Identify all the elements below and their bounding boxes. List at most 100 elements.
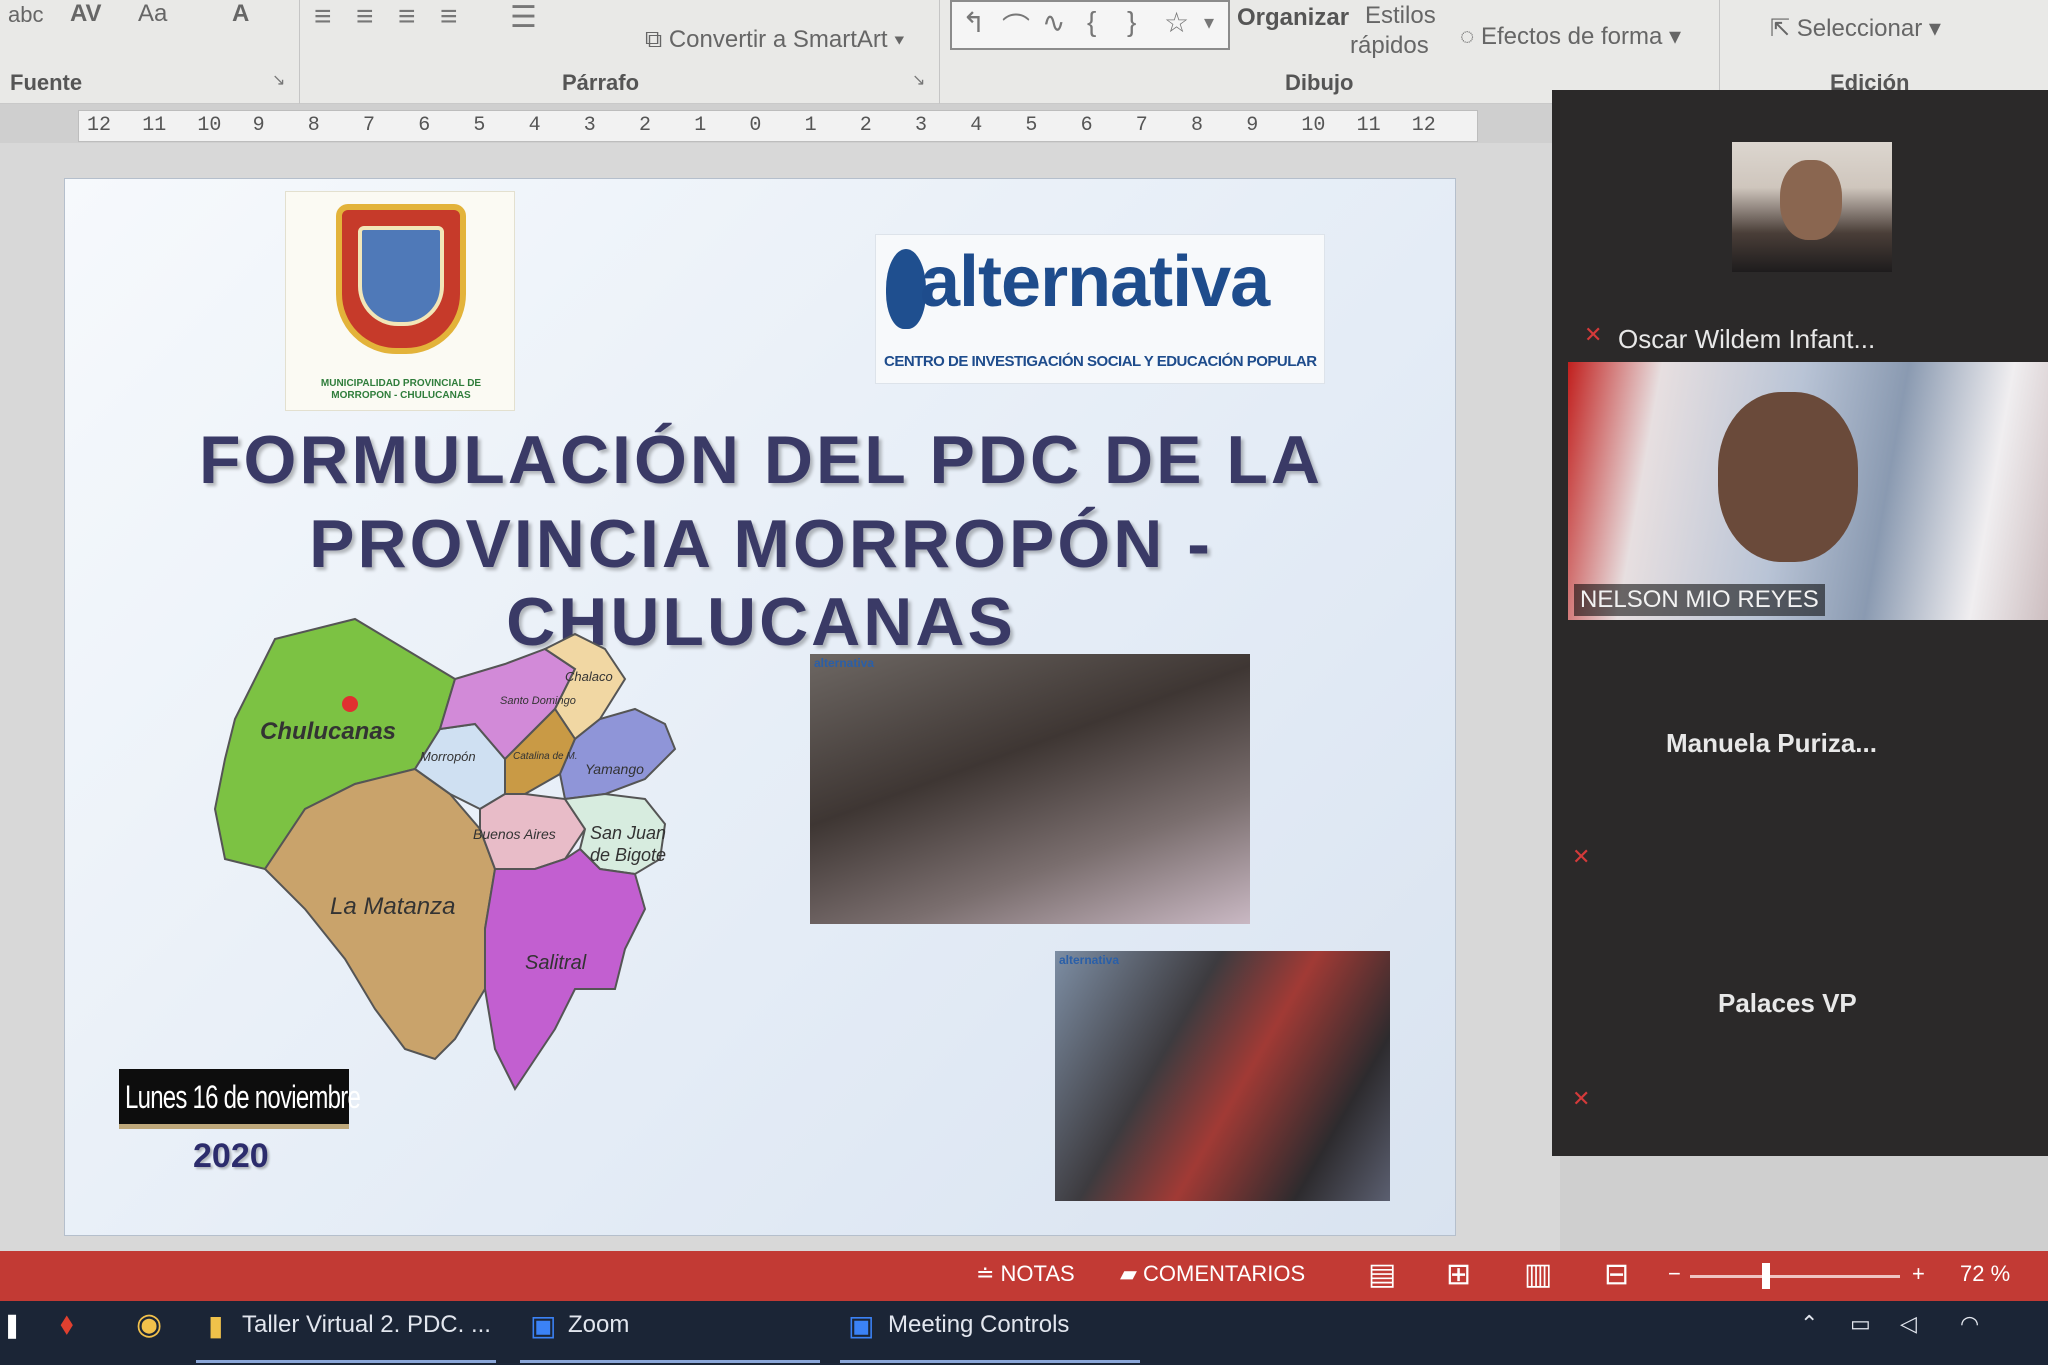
arrange-button[interactable]: Organizar [1237,4,1349,32]
ruler-tick: 6 [1080,114,1093,137]
zoom-slider[interactable] [1690,1275,1900,1278]
muted-mic-icon: ✕ [1572,844,1591,869]
chrome-icon[interactable]: ◉ [136,1307,162,1342]
shape-wave-icon[interactable]: ∿ [1042,6,1065,39]
ribbon-group-label: Dibujo [1285,70,1354,95]
convert-smartart-label: Convertir a SmartArt [668,26,888,53]
file-explorer-icon[interactable]: ▮ [208,1309,223,1342]
crest-caption: MUNICIPALIDAD PROVINCIAL DE MORROPON - C… [320,378,482,401]
coat-of-arms-icon [336,204,466,354]
strikethrough-button[interactable]: abc [8,2,43,28]
shapes-gallery[interactable]: ↰ ⌒ ∿ { } ☆ ▾ [950,0,1230,50]
columns-icon[interactable]: ☰ [510,0,537,35]
participant-tile-active[interactable]: NELSON MIO REYES [1568,362,2048,620]
muted-mic-icon: ✕ [1584,322,1603,347]
map-label-buenos-aires: Buenos Aires [473,826,556,842]
slideshow-icon[interactable]: ⊟ [1604,1257,1629,1292]
zoom-participants-panel: ✕ Oscar Wildem Infant... NELSON MIO REYE… [1552,90,2048,1156]
taskbar-active-indicator [520,1360,820,1363]
ruler-tick: 5 [1025,114,1038,137]
zoom-level[interactable]: 72 % [1960,1261,2010,1287]
participant-tile[interactable]: Palaces VP ✕ [1552,890,2048,1140]
notes-button[interactable]: ≐ NOTAS [976,1261,1075,1287]
ruler-tick: 6 [418,114,431,137]
ruler-tick: 10 [197,114,222,137]
font-color-button[interactable]: A [232,0,249,28]
tray-volume-icon[interactable]: ◁ [1900,1311,1917,1337]
normal-view-icon[interactable]: ▤ [1368,1257,1396,1292]
dialog-launcher-icon[interactable]: ↘ [912,70,925,90]
ribbon-group-font: abc AV Aa A Fuente ↘ [0,0,300,104]
quick-styles-label: rápidos [1350,32,1429,59]
character-spacing-button[interactable]: AV [70,0,102,28]
muted-mic-icon: ✕ [1572,1086,1591,1111]
select-button[interactable]: ⇱ Seleccionar ▾ [1770,14,1941,43]
participant-video [1732,142,1892,272]
ruler-tick: 2 [639,114,652,137]
comments-label: COMENTARIOS [1143,1261,1306,1286]
logo-subtitle: CENTRO DE INVESTIGACIÓN SOCIAL Y EDUCACI… [884,353,1317,370]
zoom-app-icon[interactable]: ▣ [530,1309,556,1342]
ruler-tick: 7 [363,114,376,137]
convert-smartart-button[interactable]: ⧉ Convertir a SmartArt ▾ [645,26,904,54]
reading-view-icon[interactable]: ▥ [1524,1257,1552,1292]
change-case-button[interactable]: Aa [138,0,167,28]
participant-name: NELSON MIO REYES [1574,584,1825,616]
taskbar-ppt-window[interactable]: Taller Virtual 2. PDC. ... [242,1311,491,1339]
participant-video [1718,392,1858,562]
ruler-tick: 11 [1356,114,1381,137]
taskbar-zoom[interactable]: Zoom [568,1311,629,1339]
ruler-tick: 9 [252,114,265,137]
comments-button[interactable]: ▰ COMENTARIOS [1120,1261,1305,1287]
shape-arc-icon[interactable]: ⌒ [1002,6,1030,46]
slide-sorter-icon[interactable]: ⊞ [1446,1257,1471,1292]
participant-name: Palaces VP [1718,988,1857,1018]
zoom-app-icon[interactable]: ▣ [848,1309,874,1342]
quick-styles-button[interactable]: Estilos [1365,2,1436,30]
taskbar-meeting-controls[interactable]: Meeting Controls [888,1311,1069,1339]
ribbon-group-drawing: ↰ ⌒ ∿ { } ☆ ▾ Organizar Estilos rápidos … [940,0,1720,104]
ruler-tick: 4 [970,114,983,137]
ribbon: abc AV Aa A Fuente ↘ ≡ ≡ ≡ ≡ ☰ ⧉ Convert… [0,0,2048,104]
workshop-photo: alternativa [810,654,1250,924]
map-label-yamango: Yamango [585,761,644,777]
ruler-tick: 3 [915,114,928,137]
align-right-icon[interactable]: ≡ [398,0,416,34]
participant-tile[interactable]: ✕ Oscar Wildem Infant... [1552,90,2048,355]
dialog-launcher-icon[interactable]: ↘ [272,70,285,90]
status-bar: ≐ NOTAS ▰ COMENTARIOS ▤ ⊞ ▥ ⊟ − + 72 % [0,1251,2048,1301]
ruler-tick: 5 [473,114,486,137]
participant-name: Manuela Puriza... [1666,728,1877,758]
ribbon-group-label: Fuente [10,70,83,95]
gallery-more-icon[interactable]: ▾ [1204,10,1214,35]
ruler-tick: 4 [528,114,541,137]
tray-up-arrow-icon[interactable]: ⌃ [1800,1311,1818,1337]
taskbar-active-indicator [196,1360,496,1363]
meeting-photo: alternativa [1055,951,1390,1201]
shape-curve-icon[interactable]: ↰ [962,6,985,39]
ruler-tick: 9 [1246,114,1259,137]
participant-tile[interactable]: Manuela Puriza... ✕ [1552,650,2048,890]
shape-star-icon[interactable]: ☆ [1164,6,1189,39]
ruler-tick: 10 [1301,114,1326,137]
zoom-in-button[interactable]: + [1912,1261,1925,1287]
tray-wifi-icon[interactable]: ◠ [1960,1311,1979,1337]
zoom-slider-handle[interactable] [1762,1263,1770,1289]
logo-word: alternativa [920,242,1270,322]
shape-effects-button[interactable]: ◌ Efectos de forma ▾ [1460,22,1681,51]
align-center-icon[interactable]: ≡ [356,0,374,34]
slide-title-line1: FORMULACIÓN DEL PDC DE LA [199,422,1323,498]
align-left-icon[interactable]: ≡ [314,0,332,34]
justify-icon[interactable]: ≡ [440,0,458,34]
ribbon-group-paragraph: ≡ ≡ ≡ ≡ ☰ ⧉ Convertir a SmartArt ▾ Párra… [300,0,940,104]
task-view-icon[interactable]: ❚ [2,1311,22,1340]
slide-date: Lunes 16 de noviembre [125,1079,361,1115]
slide[interactable]: MUNICIPALIDAD PROVINCIAL DE MORROPON - C… [64,178,1456,1236]
municipality-crest: MUNICIPALIDAD PROVINCIAL DE MORROPON - C… [285,191,515,411]
shape-brace-right-icon[interactable]: } [1127,6,1136,38]
zoom-out-button[interactable]: − [1668,1261,1681,1287]
acrobat-icon[interactable]: ⬧ [60,1307,74,1341]
tray-network-icon[interactable]: ▭ [1850,1311,1871,1337]
shape-brace-left-icon[interactable]: { [1087,6,1096,38]
horizontal-ruler[interactable]: 12 11 10 9 8 7 6 5 4 3 2 1 0 1 2 3 4 5 6 7 8 9 10 11 12 [78,110,1478,142]
